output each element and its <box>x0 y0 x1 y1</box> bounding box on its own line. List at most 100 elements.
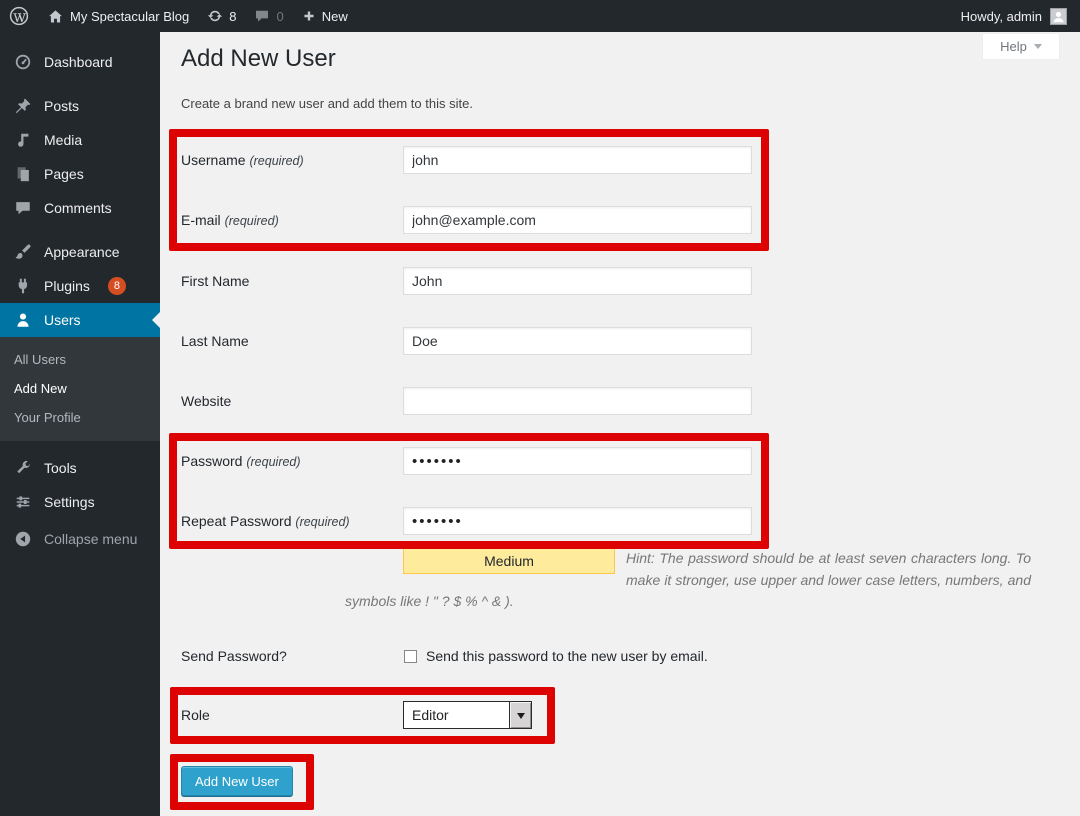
current-menu-arrow <box>144 312 160 328</box>
required-label: (required) <box>249 154 303 168</box>
role-row: Role Editor <box>181 701 1060 729</box>
users-icon <box>13 311 33 329</box>
sidebar-item-settings[interactable]: Settings <box>0 485 160 519</box>
sidebar-item-label: Tools <box>44 460 77 476</box>
last-name-label: Last Name <box>181 327 403 355</box>
admin-bar: My Spectacular Blog 8 0 New Howdy, admin <box>0 0 1080 32</box>
comment-count: 0 <box>276 9 283 24</box>
last-name-input[interactable] <box>403 327 752 355</box>
first-name-input[interactable] <box>403 267 752 295</box>
updates-icon <box>207 8 223 24</box>
repeat-password-input[interactable] <box>403 507 752 535</box>
dashboard-icon <box>13 53 33 71</box>
paintbrush-icon <box>13 243 33 261</box>
menu-separator <box>0 79 160 89</box>
sidebar-item-label: Media <box>44 132 82 148</box>
first-name-row: First Name <box>181 267 1060 295</box>
username-label: Username (required) <box>181 146 403 174</box>
home-icon <box>47 8 64 25</box>
wrench-icon <box>13 459 33 477</box>
sliders-icon <box>13 493 33 511</box>
submenu-item-all-users[interactable]: All Users <box>0 345 160 374</box>
comment-bubble-icon <box>254 8 270 24</box>
pages-icon <box>13 165 33 183</box>
account-menu[interactable]: Howdy, admin <box>961 8 1080 25</box>
menu-separator <box>0 225 160 235</box>
first-name-label: First Name <box>181 267 403 295</box>
send-password-label: Send Password? <box>181 646 403 664</box>
select-dropdown-button[interactable] <box>509 702 531 728</box>
repeat-password-label: Repeat Password (required) <box>181 507 403 535</box>
sidebar-item-label: Users <box>44 312 81 328</box>
update-count: 8 <box>229 9 236 24</box>
email-row: E-mail (required) <box>181 206 1060 234</box>
site-name-menu[interactable]: My Spectacular Blog <box>38 0 198 32</box>
sidebar-item-comments[interactable]: Comments <box>0 191 160 225</box>
collapse-arrow-icon <box>13 530 33 548</box>
role-label: Role <box>181 701 403 729</box>
password-label: Password (required) <box>181 447 403 475</box>
comments-icon <box>13 199 33 217</box>
last-name-row: Last Name <box>181 327 1060 355</box>
send-password-checkbox[interactable] <box>404 650 417 663</box>
plugins-update-badge: 8 <box>108 277 126 295</box>
email-label: E-mail (required) <box>181 206 403 234</box>
sidebar-item-label: Settings <box>44 494 95 510</box>
required-label: (required) <box>225 214 279 228</box>
help-button[interactable]: Help <box>982 33 1060 60</box>
sidebar-item-pages[interactable]: Pages <box>0 157 160 191</box>
new-content-menu[interactable]: New <box>293 0 357 32</box>
wordpress-logo-menu[interactable] <box>0 0 38 32</box>
media-icon <box>13 131 33 149</box>
required-label: (required) <box>246 455 300 469</box>
sidebar-item-posts[interactable]: Posts <box>0 89 160 123</box>
role-select[interactable]: Editor <box>403 701 532 729</box>
password-strength-section: Medium Hint: The password should be at l… <box>345 548 1031 613</box>
collapse-menu-label: Collapse menu <box>44 531 137 547</box>
sidebar-item-label: Plugins <box>44 278 90 294</box>
plugin-icon <box>13 277 33 295</box>
send-password-checkbox-label: Send this password to the new user by em… <box>426 646 708 664</box>
sidebar-item-dashboard[interactable]: Dashboard <box>0 45 160 79</box>
sidebar-item-users[interactable]: Users <box>0 303 160 337</box>
password-strength-meter: Medium <box>403 548 615 574</box>
sidebar-item-label: Comments <box>44 200 112 216</box>
sidebar-item-plugins[interactable]: Plugins 8 <box>0 269 160 303</box>
admin-sidebar: Dashboard Posts Media Pages Comments App… <box>0 32 160 816</box>
howdy-text: Howdy, admin <box>961 9 1042 24</box>
menu-separator <box>0 441 160 451</box>
sidebar-item-appearance[interactable]: Appearance <box>0 235 160 269</box>
submenu-item-add-new[interactable]: Add New <box>0 374 160 403</box>
main-content: Help Add New User Create a brand new use… <box>160 32 1080 816</box>
sidebar-item-label: Pages <box>44 166 84 182</box>
users-submenu: All Users Add New Your Profile <box>0 337 160 441</box>
password-input[interactable] <box>403 447 752 475</box>
new-label: New <box>322 9 348 24</box>
collapse-menu-button[interactable]: Collapse menu <box>0 522 160 556</box>
sidebar-item-label: Appearance <box>44 244 120 260</box>
sidebar-item-label: Posts <box>44 98 79 114</box>
username-input[interactable] <box>403 146 752 174</box>
send-password-row: Send Password? Send this password to the… <box>181 646 1060 664</box>
repeat-password-row: Repeat Password (required) <box>181 507 1060 535</box>
page-subtitle: Create a brand new user and add them to … <box>181 96 473 111</box>
wordpress-logo-icon <box>9 6 29 26</box>
page-title: Add New User <box>181 45 336 73</box>
sidebar-item-tools[interactable]: Tools <box>0 451 160 485</box>
add-new-user-button[interactable]: Add New User <box>181 766 293 796</box>
submenu-item-your-profile[interactable]: Your Profile <box>0 403 160 432</box>
sidebar-item-media[interactable]: Media <box>0 123 160 157</box>
role-selected-value: Editor <box>404 702 509 728</box>
username-row: Username (required) <box>181 146 1060 174</box>
chevron-down-icon <box>517 713 525 723</box>
comments-menu[interactable]: 0 <box>245 0 292 32</box>
chevron-down-icon <box>1034 44 1042 53</box>
send-password-field: Send this password to the new user by em… <box>403 646 708 664</box>
pushpin-icon <box>13 97 33 115</box>
sidebar-item-label: Dashboard <box>44 54 113 70</box>
plus-icon <box>302 9 316 23</box>
updates-menu[interactable]: 8 <box>198 0 245 32</box>
email-input[interactable] <box>403 206 752 234</box>
password-row: Password (required) <box>181 447 1060 475</box>
website-input[interactable] <box>403 387 752 415</box>
